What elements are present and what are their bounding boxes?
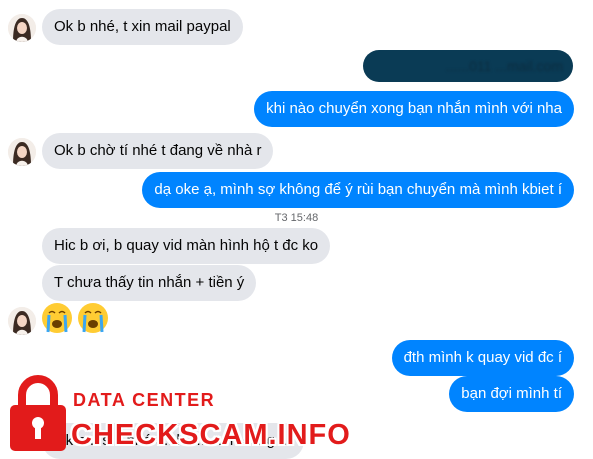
redacted-email-bubble[interactable]: ......011 ...mail.com xyxy=(363,50,573,82)
message-bubble[interactable]: Ok b nhé, t xin mail paypal xyxy=(42,9,243,45)
contact-avatar[interactable] xyxy=(8,138,36,166)
crying-face-icon xyxy=(42,303,72,333)
emoji-message[interactable] xyxy=(41,302,113,334)
timestamp-separator: T3 15:48 xyxy=(274,212,319,224)
message-bubble[interactable]: Ok b chờ tí nhé t đang về nhà r xyxy=(42,133,274,169)
message-bubble[interactable]: đth mình k quay vid đc í xyxy=(391,340,574,376)
message-bubble[interactable]: dạ oke ạ, mình sợ không để ý rùi bạn chu… xyxy=(142,172,574,208)
redacted-email-text: ......011 ...mail.com xyxy=(445,58,563,74)
contact-avatar[interactable] xyxy=(8,307,36,335)
message-bubble[interactable]: Ok n... s... nhé t... l... ... nên cũng … xyxy=(42,423,304,459)
crying-face-icon xyxy=(78,303,108,333)
message-bubble[interactable]: Hic b ơi, b quay vid màn hình hộ t đc ko xyxy=(42,228,331,264)
message-bubble[interactable]: khi nào chuyển xong bạn nhắn mình với nh… xyxy=(254,91,574,127)
contact-avatar[interactable] xyxy=(8,14,36,42)
message-bubble[interactable]: bạn đợi mình tí xyxy=(449,376,574,412)
watermark-title: DATA CENTER xyxy=(73,390,216,410)
message-bubble[interactable]: T chưa thấy tin nhắn + tiền ý xyxy=(42,265,257,301)
